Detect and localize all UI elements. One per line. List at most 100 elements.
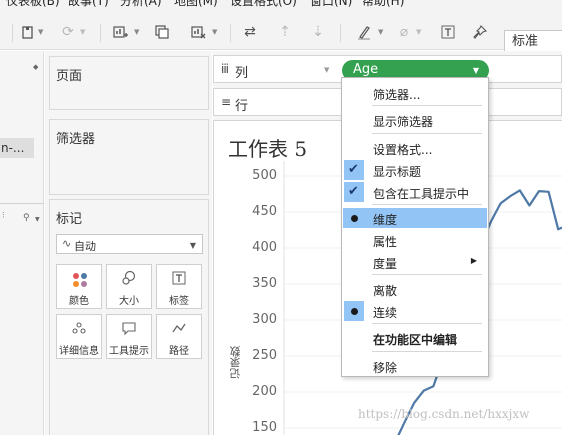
menu-bar: 仪表板(B) 故事(T) 分析(A) 地图(M) 设置格式(O) 窗口(N) 帮… <box>0 0 562 10</box>
menu-separator <box>372 351 482 352</box>
swap-icon[interactable]: ⇄ <box>242 24 258 40</box>
watermark: https://blog.csdn.net/hxxjxw <box>358 407 530 421</box>
chevron-down-icon[interactable]: ▼ <box>378 28 383 36</box>
chevron-down-icon[interactable]: ▼ <box>38 28 43 36</box>
show-header-menu-item[interactable]: ✔ 显示标题 <box>343 160 487 180</box>
color-label: 颜色 <box>69 296 89 307</box>
show-filter-menu-item[interactable]: 显示筛选器 <box>343 110 487 130</box>
radio-gutter <box>344 301 364 321</box>
label-button[interactable]: 标签 <box>156 264 202 309</box>
cards-pane: 页面 筛选器 标记 ∿ 自动 ▼ 颜色 大小 标签 详细信息 工具提示 路径 <box>45 51 212 435</box>
discrete-menu-item[interactable]: 离散 <box>343 279 487 299</box>
dimension-menu-item[interactable]: 维度 <box>343 208 487 228</box>
sort-icon[interactable]: ⁝ <box>2 211 5 221</box>
chevron-down-icon[interactable]: ▼ <box>80 28 85 36</box>
menu-item-label: 显示筛选器 <box>373 115 434 129</box>
chevron-down-icon[interactable]: ▼ <box>473 66 479 75</box>
remove-menu-item[interactable]: 移除 <box>343 356 487 376</box>
menu-help[interactable]: 帮助(H) <box>362 0 404 8</box>
label-label: 标签 <box>169 296 189 307</box>
pill-label: Age <box>353 62 379 77</box>
menu-item-label: 设置格式... <box>373 143 433 157</box>
toolbar-separator <box>230 24 231 42</box>
columns-icon: iii <box>221 62 229 76</box>
format-menu-item[interactable]: 设置格式... <box>343 138 487 158</box>
mark-type-select[interactable]: ∿ 自动 ▼ <box>56 234 203 254</box>
menu-item-label: 筛选器... <box>373 88 421 102</box>
data-pane: ◆ n-... ⁝ ⚲ ▼ <box>0 51 44 435</box>
search-icon[interactable]: ⚲ <box>23 213 30 223</box>
check-gutter: ✔ <box>344 182 364 202</box>
refresh-icon[interactable]: ⟳ <box>60 24 76 40</box>
tooltip-label: 工具提示 <box>109 346 149 357</box>
include-in-tooltip-menu-item[interactable]: ✔ 包含在工具提示中 <box>343 182 487 202</box>
context-menu: 筛选器... 显示筛选器设置格式... ✔ 显示标题 ✔ 包含在工具提示中 维度属性度量 ▶ 离… <box>341 77 489 377</box>
menu-window[interactable]: 窗口(N) <box>310 0 352 8</box>
chevron-down-icon[interactable]: ▼ <box>212 28 217 36</box>
menu-separator <box>372 204 482 205</box>
detail-button[interactable]: 详细信息 <box>56 314 102 359</box>
continuous-menu-item[interactable]: 连续 <box>343 301 487 321</box>
pages-card[interactable]: 页面 <box>49 56 209 110</box>
data-source-item[interactable]: n-... <box>0 138 34 158</box>
menu-item-label: 离散 <box>373 284 398 298</box>
chevron-down-icon[interactable]: ▼ <box>134 28 139 36</box>
menu-analysis[interactable]: 分析(A) <box>120 0 162 8</box>
path-label: 路径 <box>169 346 189 357</box>
toolbar-separator <box>340 24 341 42</box>
menu-item-label: 属性 <box>373 235 398 249</box>
chevron-down-icon[interactable]: ▼ <box>35 216 40 223</box>
path-button[interactable]: 路径 <box>156 314 202 359</box>
menu-item-label: 包含在工具提示中 <box>373 187 470 201</box>
submenu-arrow-icon: ▶ <box>470 256 477 265</box>
menu-separator <box>372 133 482 134</box>
new-worksheet-icon[interactable] <box>112 24 128 40</box>
paperclip-icon[interactable]: ⌀ <box>396 24 412 40</box>
chevron-down-icon[interactable]: ▼ <box>416 28 421 36</box>
filter-menu-item[interactable]: 筛选器... <box>343 83 487 103</box>
size-icon <box>107 270 151 288</box>
measure-menu-item[interactable]: 度量 ▶ <box>343 252 487 272</box>
save-icon[interactable] <box>20 24 36 40</box>
clear-sheet-icon[interactable] <box>190 24 206 40</box>
duplicate-icon[interactable] <box>154 24 170 40</box>
chevron-down-icon[interactable]: ▼ <box>190 241 196 250</box>
columns-label: 列 <box>235 66 249 81</box>
menu-map[interactable]: 地图(M) <box>174 0 218 8</box>
menu-separator <box>372 323 482 324</box>
menu-dashboard[interactable]: 仪表板(B) <box>6 0 60 8</box>
highlight-icon[interactable] <box>356 24 372 40</box>
menu-story[interactable]: 故事(T) <box>68 0 109 8</box>
line-mark-icon: ∿ <box>62 237 72 250</box>
size-label: 大小 <box>119 296 139 307</box>
pin-icon[interactable] <box>472 24 488 40</box>
size-button[interactable]: 大小 <box>106 264 152 309</box>
tooltip-icon <box>107 320 151 338</box>
radio-dot-icon <box>351 308 358 315</box>
check-icon: ✔ <box>348 184 359 199</box>
filters-card[interactable]: 筛选器 <box>49 119 209 195</box>
label-icon[interactable] <box>440 24 456 40</box>
check-icon: ✔ <box>348 162 359 177</box>
menu-item-label: 显示标题 <box>373 165 422 179</box>
diamond-icon[interactable]: ◆ <box>33 63 38 71</box>
tooltip-button[interactable]: 工具提示 <box>106 314 152 359</box>
sort-descending-icon[interactable]: ⇣ <box>310 24 326 40</box>
filters-title: 筛选器 <box>56 132 96 147</box>
menu-separator <box>372 105 482 106</box>
menu-format[interactable]: 设置格式(O) <box>230 0 297 8</box>
color-button[interactable]: 颜色 <box>56 264 102 309</box>
menu-item-label: 移除 <box>373 361 398 375</box>
menu-item-label: 在功能区中编辑 <box>373 333 458 347</box>
label-icon <box>157 270 201 288</box>
menu-item-label: 维度 <box>373 213 398 227</box>
marks-card: 标记 ∿ 自动 ▼ 颜色 大小 标签 详细信息 工具提示 路径 <box>49 199 209 435</box>
menu-item-label: 度量 <box>373 257 398 271</box>
radio-gutter <box>344 208 364 228</box>
sort-ascending-icon[interactable]: ⇡ <box>277 24 293 40</box>
chevron-down-icon[interactable]: ▼ <box>324 66 329 74</box>
attribute-menu-item[interactable]: 属性 <box>343 230 487 250</box>
detail-icon <box>57 320 101 338</box>
menu-item-label: 连续 <box>373 306 398 320</box>
edit-in-shelf-menu-item[interactable]: 在功能区中编辑 <box>343 328 487 348</box>
